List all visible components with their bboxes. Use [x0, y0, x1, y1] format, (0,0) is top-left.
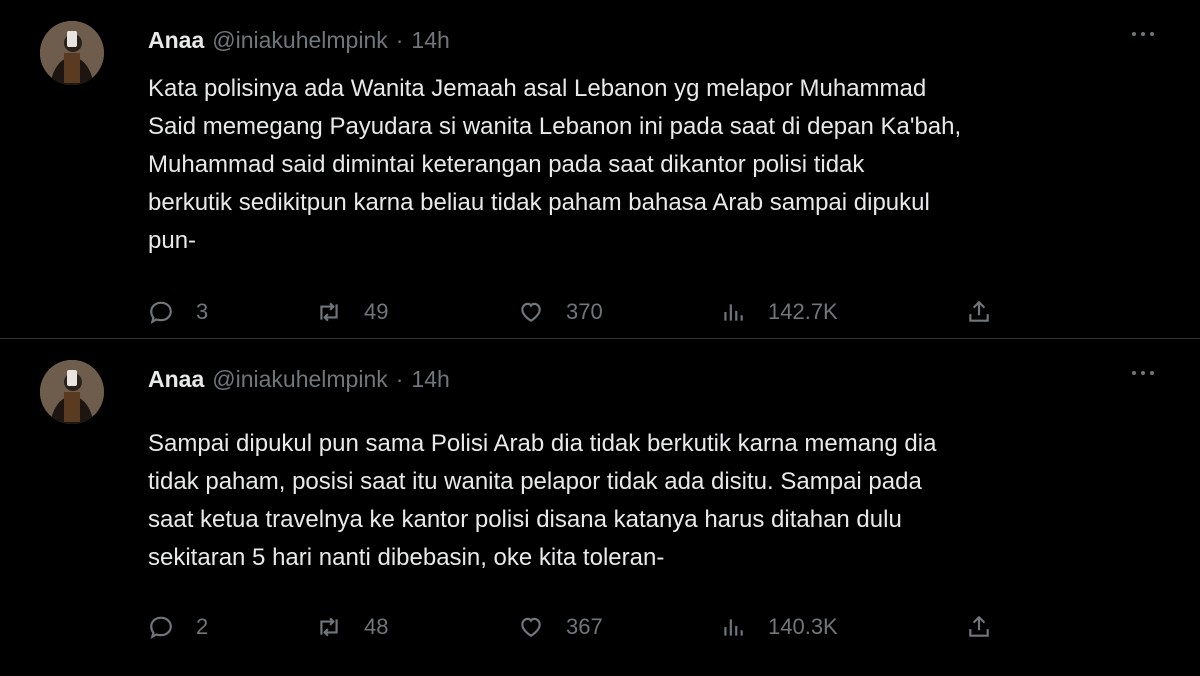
view-count: 140.3K — [768, 614, 838, 639]
separator: · — [395, 26, 404, 53]
share-button[interactable] — [966, 294, 992, 330]
tweet-header: Anaa @iniakuhelmpink · 14h — [148, 363, 450, 395]
user-handle[interactable]: @iniakuhelmpink — [212, 27, 388, 54]
views-icon — [724, 304, 743, 321]
tweet-header: Anaa @iniakuhelmpink · 14h — [148, 24, 450, 56]
avatar-image — [40, 21, 104, 85]
heart-icon — [521, 302, 541, 322]
tweet[interactable]: Anaa @iniakuhelmpink · 14h Kata polisiny… — [0, 0, 1200, 338]
timestamp[interactable]: 14h — [411, 366, 449, 393]
tweet-text: Kata polisinya ada Wanita Jemaah asal Le… — [148, 75, 962, 254]
like-count: 370 — [566, 299, 603, 324]
retweet-button[interactable]: 48 — [316, 609, 388, 645]
tweet[interactable]: Anaa @iniakuhelmpink · 14h Sampai dipuku… — [0, 338, 1200, 676]
more-icon[interactable] — [1132, 371, 1154, 375]
share-button[interactable] — [966, 609, 992, 645]
timestamp[interactable]: 14h — [411, 27, 449, 54]
retweet-count: 48 — [364, 614, 389, 639]
views-button[interactable]: 140.3K — [720, 609, 838, 645]
views-button[interactable]: 142.7K — [720, 294, 838, 330]
separator: · — [395, 365, 404, 392]
share-icon — [969, 615, 989, 637]
avatar[interactable] — [40, 21, 104, 85]
like-count: 367 — [566, 614, 603, 639]
like-button[interactable]: 367 — [518, 609, 603, 645]
avatar[interactable] — [40, 360, 104, 424]
views-icon — [724, 619, 743, 636]
view-count: 142.7K — [768, 299, 838, 324]
tweet-text: Sampai dipukul pun sama Polisi Arab dia … — [148, 430, 937, 571]
heart-icon — [521, 617, 541, 637]
reply-button[interactable]: 3 — [148, 294, 208, 330]
reply-count: 3 — [196, 299, 209, 324]
user-handle[interactable]: @iniakuhelmpink — [212, 366, 388, 393]
reply-icon — [150, 616, 172, 639]
display-name[interactable]: Anaa — [148, 366, 204, 393]
reply-icon — [150, 301, 172, 324]
retweet-icon — [320, 302, 338, 322]
retweet-count: 49 — [364, 299, 389, 324]
retweet-button[interactable]: 49 — [316, 294, 388, 330]
share-icon — [969, 300, 989, 322]
display-name[interactable]: Anaa — [148, 27, 204, 54]
tweet-actions: 2 48 367 140.3K — [148, 609, 1148, 645]
like-button[interactable]: 370 — [518, 294, 603, 330]
avatar-image — [40, 360, 104, 424]
reply-count: 2 — [196, 614, 209, 639]
retweet-icon — [320, 617, 338, 637]
reply-button[interactable]: 2 — [148, 609, 208, 645]
more-icon[interactable] — [1132, 32, 1154, 36]
tweet-actions: 3 49 370 142.7K — [148, 294, 1148, 330]
